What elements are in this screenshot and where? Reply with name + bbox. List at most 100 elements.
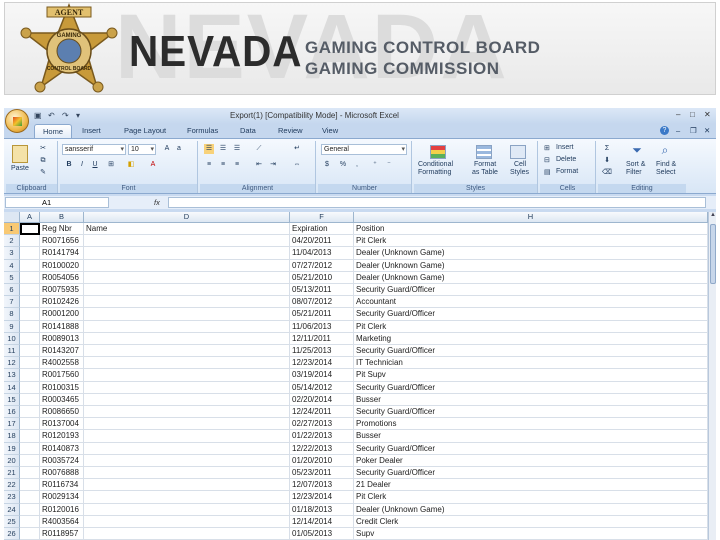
cell-a[interactable] <box>20 430 40 443</box>
insert-function-button[interactable]: fx <box>154 198 160 207</box>
wrap-text-icon[interactable]: ↵ <box>292 144 302 154</box>
cell-pos[interactable]: Dealer (Unknown Game) <box>354 259 708 272</box>
comma-button[interactable]: , <box>352 160 362 170</box>
cell-name[interactable] <box>84 393 290 406</box>
row-header[interactable]: 3 <box>4 247 20 260</box>
cell-name[interactable] <box>84 247 290 260</box>
scroll-up-icon[interactable]: ▲ <box>709 212 716 220</box>
cell-reg[interactable]: R0017560 <box>40 369 84 382</box>
cell-reg[interactable]: R0143207 <box>40 345 84 358</box>
grow-font-icon[interactable]: A <box>162 144 172 154</box>
cell-name[interactable] <box>84 515 290 528</box>
row-header[interactable]: 26 <box>4 528 20 540</box>
row-header[interactable]: 9 <box>4 320 20 333</box>
row-header[interactable]: 7 <box>4 296 20 309</box>
cell-name[interactable] <box>84 308 290 321</box>
cell-pos[interactable]: Security Guard/Officer <box>354 308 708 321</box>
cell-exp[interactable]: 12/22/2013 <box>290 442 354 455</box>
cell-reg[interactable]: R0071656 <box>40 235 84 248</box>
percent-button[interactable]: % <box>338 160 348 170</box>
minimize-icon[interactable]: – <box>676 110 680 119</box>
cell-name[interactable] <box>84 296 290 309</box>
cell-exp[interactable]: 08/07/2012 <box>290 296 354 309</box>
cell-exp[interactable]: 05/13/2011 <box>290 284 354 297</box>
cell-exp[interactable]: 12/14/2014 <box>290 515 354 528</box>
cell-reg[interactable]: R0003465 <box>40 393 84 406</box>
find-select-button-1[interactable]: Find & <box>656 161 676 168</box>
name-box[interactable]: A1 <box>5 197 109 208</box>
cell-name[interactable] <box>84 467 290 480</box>
cell-pos[interactable]: Security Guard/Officer <box>354 284 708 297</box>
cell-reg[interactable]: Reg Nbr <box>40 223 84 236</box>
row-header[interactable]: 15 <box>4 393 20 406</box>
cell-reg[interactable]: R0076888 <box>40 467 84 480</box>
row-header[interactable]: 20 <box>4 454 20 467</box>
cell-styles-icon[interactable] <box>510 145 526 159</box>
delete-cells-icon[interactable]: ⊟ <box>544 156 550 164</box>
maximize-icon[interactable]: □ <box>690 110 695 119</box>
conditional-formatting-button-1[interactable]: Conditional <box>418 161 453 168</box>
cell-name[interactable] <box>84 332 290 345</box>
scroll-thumb[interactable] <box>710 224 716 284</box>
cell-name[interactable] <box>84 320 290 333</box>
cell-name[interactable] <box>84 284 290 297</box>
number-format-combo[interactable]: General <box>321 144 407 155</box>
align-top-icon[interactable]: ☰ <box>204 144 214 154</box>
cell-a[interactable] <box>20 528 40 540</box>
fill-color-icon[interactable]: ◧ <box>126 160 136 170</box>
insert-cells-icon[interactable]: ⊞ <box>544 144 550 152</box>
column-header-a[interactable]: A <box>20 212 40 223</box>
cell-name[interactable] <box>84 271 290 284</box>
selected-cell-a1[interactable] <box>20 223 40 236</box>
row-header[interactable]: 22 <box>4 479 20 492</box>
cell-exp[interactable]: 11/04/2013 <box>290 247 354 260</box>
cell-pos[interactable]: Security Guard/Officer <box>354 442 708 455</box>
row-header[interactable]: 24 <box>4 503 20 516</box>
cell-a[interactable] <box>20 247 40 260</box>
format-cells-icon[interactable]: ▤ <box>544 168 551 176</box>
cell-pos[interactable]: Promotions <box>354 418 708 431</box>
format-as-table-button-2[interactable]: as Table <box>472 169 498 176</box>
cell-reg[interactable]: R0075935 <box>40 284 84 297</box>
row-header[interactable]: 16 <box>4 406 20 419</box>
cell-a[interactable] <box>20 503 40 516</box>
align-center-icon[interactable]: ≡ <box>218 160 228 170</box>
cell-a[interactable] <box>20 454 40 467</box>
cell-a[interactable] <box>20 320 40 333</box>
bold-button[interactable]: B <box>64 160 74 170</box>
underline-button[interactable]: U <box>90 160 100 170</box>
cell-pos[interactable]: Pit Supv <box>354 369 708 382</box>
cell-pos[interactable]: Dealer (Unknown Game) <box>354 503 708 516</box>
cell-exp[interactable]: 02/20/2014 <box>290 393 354 406</box>
redo-icon[interactable]: ↷ <box>62 111 69 120</box>
decrease-indent-icon[interactable]: ⇤ <box>254 160 264 170</box>
cut-icon[interactable]: ✂ <box>38 144 48 154</box>
cell-name[interactable] <box>84 259 290 272</box>
paste-button[interactable]: Paste <box>11 165 29 172</box>
cell-name[interactable] <box>84 442 290 455</box>
cell-pos[interactable]: Poker Dealer <box>354 454 708 467</box>
cell-reg[interactable]: R4002558 <box>40 357 84 370</box>
autosum-icon[interactable]: Σ <box>602 144 612 154</box>
help-icon[interactable]: ? <box>660 126 669 135</box>
save-icon[interactable]: ▣ <box>34 111 42 120</box>
row-header[interactable]: 6 <box>4 284 20 297</box>
tab-page-layout[interactable]: Page Layout <box>124 126 166 135</box>
cell-exp[interactable]: 12/07/2013 <box>290 479 354 492</box>
vertical-scrollbar[interactable]: ▲ <box>708 212 716 540</box>
cell-a[interactable] <box>20 406 40 419</box>
cell-pos[interactable]: Pit Clerk <box>354 320 708 333</box>
cell-pos[interactable]: Security Guard/Officer <box>354 467 708 480</box>
cell-exp[interactable]: 01/20/2010 <box>290 454 354 467</box>
cell-exp[interactable]: 01/05/2013 <box>290 528 354 540</box>
clear-icon[interactable]: ⌫ <box>602 168 612 178</box>
cell-reg[interactable]: R0137004 <box>40 418 84 431</box>
format-cells-button[interactable]: Format <box>556 168 578 175</box>
cell-reg[interactable]: R0141888 <box>40 320 84 333</box>
align-middle-icon[interactable]: ☰ <box>218 144 228 154</box>
cell-pos[interactable]: Dealer (Unknown Game) <box>354 271 708 284</box>
row-header[interactable]: 11 <box>4 345 20 358</box>
cell-name[interactable] <box>84 479 290 492</box>
copy-icon[interactable]: ⧉ <box>38 156 48 166</box>
cell-reg[interactable]: R0100020 <box>40 259 84 272</box>
